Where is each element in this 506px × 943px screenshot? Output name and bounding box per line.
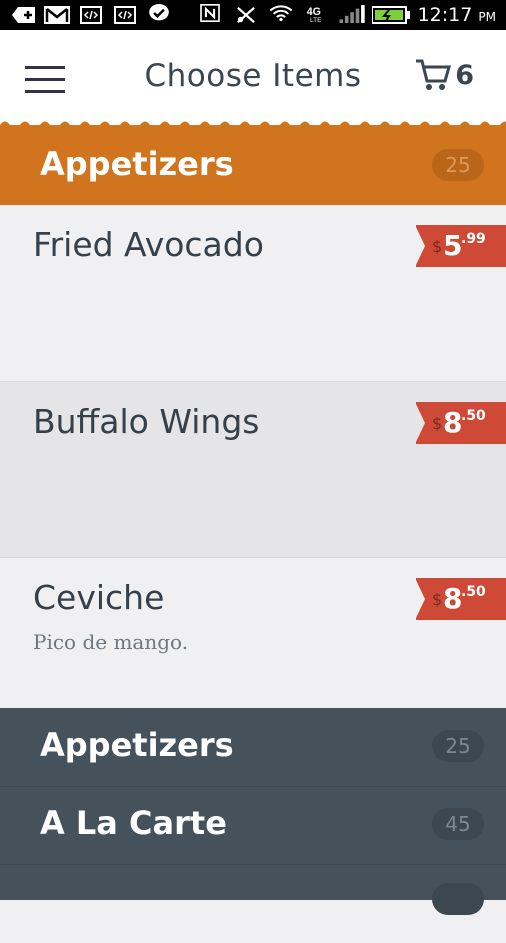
mute-icon <box>237 6 255 24</box>
add-icon <box>12 7 35 23</box>
battery-icon <box>372 6 410 24</box>
code-icon <box>114 6 136 24</box>
category-row-partial[interactable] <box>0 865 506 943</box>
section-count-badge: 25 <box>432 149 484 181</box>
signal-icon <box>339 5 365 23</box>
category-count-badge: 45 <box>432 808 484 840</box>
menu-item-ceviche[interactable]: Ceviche Pico de mango. $ 8 .50 <box>0 558 506 708</box>
menu-item-fried-avocado[interactable]: Fried Avocado $ 5 .99 <box>0 205 506 382</box>
status-bar: 4G LTE 12:17 PM <box>0 0 506 30</box>
price-dollars: 8 <box>443 406 463 439</box>
item-name: Ceviche <box>33 578 165 617</box>
clock-time: 12:17 <box>417 4 473 26</box>
section-header-appetizers[interactable]: Appetizers 25 <box>0 125 506 205</box>
price-tag: $ 8 .50 <box>415 578 506 620</box>
cart-count: 6 <box>455 59 474 91</box>
category-drawer: Appetizers 25 A La Carte 45 <box>0 708 506 915</box>
wifi-icon <box>269 5 293 22</box>
lte-icon: 4GLTE <box>307 6 322 23</box>
price-dollars: 8 <box>443 582 463 615</box>
cart-button[interactable]: 6 <box>415 58 474 92</box>
price-cents: .50 <box>461 408 486 424</box>
price-currency: $ <box>432 590 443 609</box>
menu-item-buffalo-wings[interactable]: Buffalo Wings $ 8 .50 <box>0 382 506 558</box>
cart-icon <box>416 59 452 90</box>
gmail-icon <box>44 6 70 24</box>
price-tag: $ 5 .99 <box>415 225 506 267</box>
category-title: A La Carte <box>40 804 227 842</box>
item-name: Fried Avocado <box>33 225 264 264</box>
price-tag: $ 8 .50 <box>415 402 506 444</box>
price-currency: $ <box>432 414 443 433</box>
nfc-icon <box>200 4 220 22</box>
price-cents: .50 <box>461 584 486 600</box>
svg-text:4G: 4G <box>307 6 321 18</box>
svg-text:LTE: LTE <box>310 17 322 23</box>
price-cents: .99 <box>461 231 486 247</box>
status-time: 12:17 PM <box>418 4 496 26</box>
category-count-badge <box>432 883 484 915</box>
code-icon <box>80 6 102 24</box>
app-bar: Choose Items 6 <box>0 30 506 125</box>
section-title: Appetizers <box>40 145 234 183</box>
category-count-badge: 25 <box>432 730 484 762</box>
category-a-la-carte[interactable]: A La Carte 45 <box>0 786 506 865</box>
clock-ampm: PM <box>478 10 496 24</box>
messenger-icon <box>149 4 169 21</box>
item-name: Buffalo Wings <box>33 402 260 441</box>
item-description: Pico de mango. <box>33 630 189 654</box>
price-dollars: 5 <box>443 229 463 262</box>
price-currency: $ <box>432 237 443 256</box>
category-title: Appetizers <box>40 726 234 764</box>
category-appetizers[interactable]: Appetizers 25 <box>0 708 506 787</box>
